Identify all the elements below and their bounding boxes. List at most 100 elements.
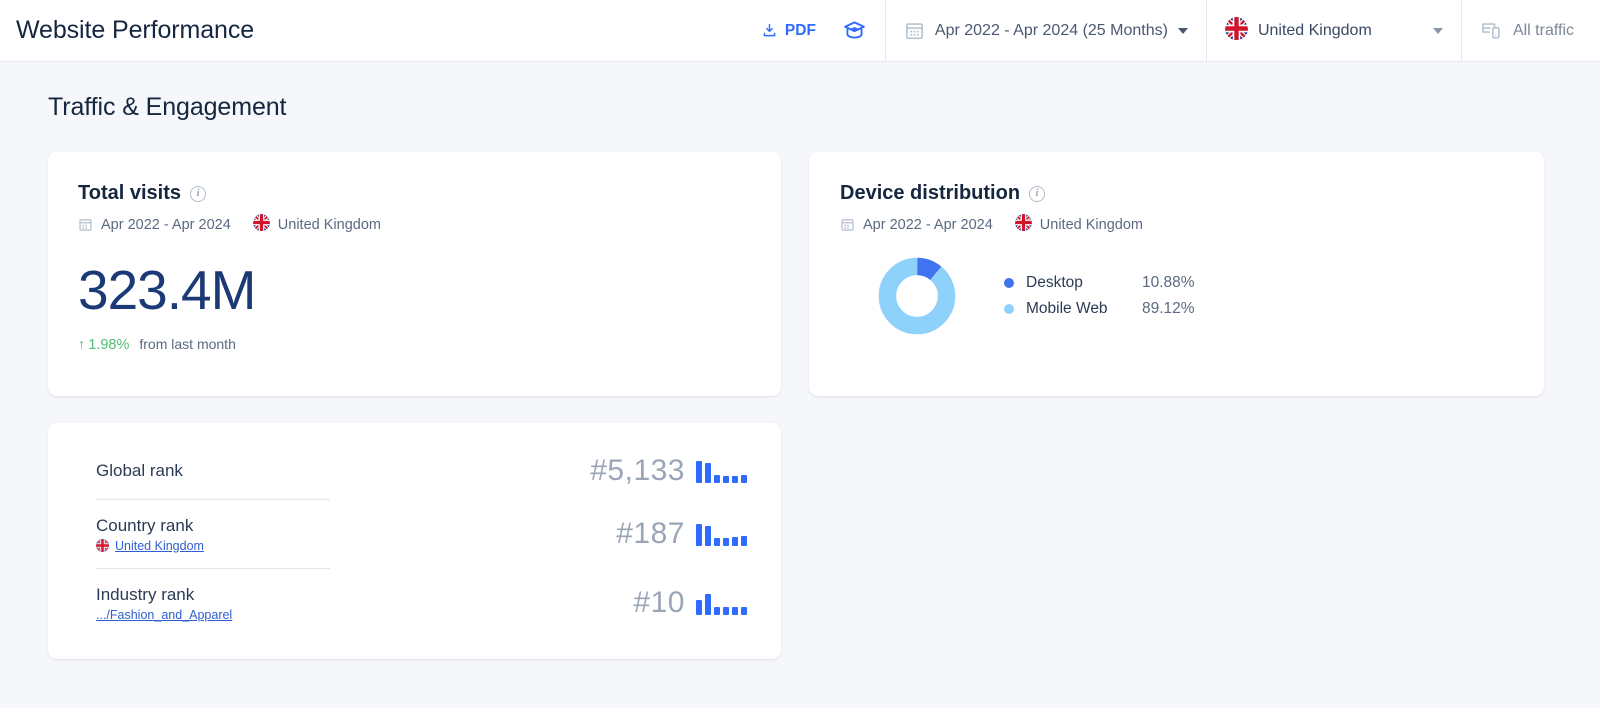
rank-sparkline: [696, 459, 747, 483]
rank-row: Country rank United Kingdom #187: [48, 500, 781, 568]
sparkline-bar: [723, 607, 729, 615]
sparkline-bar: [741, 475, 747, 483]
uk-flag-icon: [1224, 16, 1248, 45]
calendar-icon: [840, 217, 855, 232]
sparkline-bar: [696, 524, 702, 546]
graduation-cap-icon: [842, 18, 867, 43]
uk-flag-icon: [1014, 214, 1032, 235]
legend-item[interactable]: Mobile Web 89.12%: [1004, 300, 1195, 318]
donut-slice-mobile-web[interactable]: [878, 257, 956, 335]
header-actions: PDF Apr 2022 - Apr 2024 (25 Months) Unit…: [743, 0, 1600, 62]
legend-item[interactable]: Desktop 10.88%: [1004, 274, 1195, 292]
rank-row: Global rank #5,133: [48, 443, 781, 499]
legend-color-dot: [1004, 278, 1014, 288]
info-icon[interactable]: i: [190, 185, 206, 202]
rank-sparkline: [696, 522, 747, 546]
devices-icon: [1480, 19, 1503, 42]
section-title: Traffic & Engagement: [48, 93, 287, 121]
sparkline-bar: [723, 538, 729, 546]
export-pdf-button[interactable]: PDF: [761, 22, 816, 40]
total-visits-delta-caption: from last month: [139, 336, 236, 352]
rank-label: Global rank: [96, 461, 183, 480]
legend-label: Mobile Web: [1026, 300, 1108, 317]
device-distribution-card: Device distribution i Apr 2022 - Apr 202…: [809, 152, 1544, 396]
chevron-down-icon[interactable]: [1177, 27, 1188, 34]
device-distribution-header: Device distribution i: [840, 182, 1514, 205]
sparkline-bar: [705, 526, 711, 546]
rank-value: #187: [616, 517, 685, 550]
export-segment: PDF: [743, 0, 885, 62]
academy-button[interactable]: [842, 18, 867, 43]
device-distribution-date-range: Apr 2022 - Apr 2024: [863, 216, 993, 233]
device-distribution-title: Device distribution: [840, 182, 1021, 204]
calendar-icon: [904, 20, 925, 41]
traffic-filter-label: All traffic: [1512, 21, 1574, 39]
rank-sublink[interactable]: United Kingdom: [115, 539, 204, 553]
device-distribution-legend: Desktop 10.88% Mobile Web 89.12%: [1004, 274, 1195, 318]
app-header: Website Performance PDF Apr 2022 - Apr 2…: [0, 0, 1600, 62]
country-segment: United Kingdom: [1207, 0, 1461, 62]
total-visits-date-range: Apr 2022 - Apr 2024: [101, 216, 231, 233]
date-range-label: Apr 2022 - Apr 2024 (25 Months): [934, 21, 1168, 39]
sparkline-bar: [741, 536, 747, 546]
rank-value: #5,133: [590, 454, 685, 487]
arrow-up-icon: ↑: [78, 337, 86, 353]
rank-label: Country rank: [96, 515, 194, 535]
info-icon[interactable]: i: [1029, 185, 1046, 202]
total-visits-delta: ↑ 1.98%: [78, 337, 129, 353]
rank-right: #10: [633, 586, 747, 620]
sparkline-bar: [714, 607, 720, 615]
calendar-icon: [78, 217, 93, 232]
chevron-down-icon[interactable]: [1432, 27, 1443, 34]
total-visits-title: Total visits: [78, 182, 181, 204]
rank-sublink-row: .../Fashion_and_Apparel: [96, 608, 232, 622]
total-visits-value: 323.4M: [78, 259, 256, 321]
rank-sublink[interactable]: .../Fashion_and_Apparel: [96, 608, 232, 622]
header-title-zone: Website Performance: [0, 0, 743, 61]
legend-color-dot: [1004, 304, 1014, 314]
sparkline-bar: [732, 476, 738, 483]
sparkline-bar: [696, 461, 702, 483]
sparkline-bar: [741, 607, 747, 615]
rank-left: Global rank: [96, 461, 183, 481]
device-distribution-country: United Kingdom: [1039, 216, 1143, 233]
total-visits-header: Total visits i: [78, 182, 751, 205]
date-range-picker[interactable]: Apr 2022 - Apr 2024 (25 Months): [904, 20, 1188, 41]
rank-row: Industry rank .../Fashion_and_Apparel #10: [48, 569, 781, 637]
sparkline-bar: [723, 476, 729, 483]
download-icon: [761, 22, 778, 39]
total-visits-country: United Kingdom: [277, 216, 381, 233]
device-distribution-chart-area: Desktop 10.88% Mobile Web 89.12%: [840, 257, 1514, 335]
rank-right: #187: [616, 517, 747, 551]
total-visits-subhead: Apr 2022 - Apr 2024 United Kingdom: [78, 214, 751, 235]
ranks-card: Global rank #5,133 Country rank United King…: [48, 423, 781, 659]
total-visits-delta-row: ↑ 1.98% from last month: [78, 336, 751, 353]
rank-value: #10: [633, 586, 685, 619]
sparkline-bar: [705, 463, 711, 483]
top-card-row: Total visits i Apr 2022 - Apr 2024 Unite…: [48, 152, 1552, 396]
device-distribution-subhead: Apr 2022 - Apr 2024 United Kingdom: [840, 214, 1514, 235]
rank-right: #5,133: [590, 454, 747, 488]
rank-sparkline: [696, 591, 747, 615]
ranks-list: Global rank #5,133 Country rank United King…: [48, 443, 781, 637]
rank-left: Industry rank .../Fashion_and_Apparel: [96, 585, 232, 622]
traffic-filter-picker[interactable]: All traffic: [1480, 19, 1574, 42]
total-visits-delta-value: 1.98%: [88, 337, 130, 353]
page-content: Traffic & Engagement Total visits i Apr …: [0, 62, 1600, 659]
sparkline-bar: [732, 607, 738, 615]
sparkline-bar: [732, 537, 738, 546]
total-visits-card: Total visits i Apr 2022 - Apr 2024 Unite…: [48, 152, 781, 396]
sparkline-bar: [714, 538, 720, 546]
legend-value: 10.88%: [1142, 274, 1195, 291]
export-pdf-label: PDF: [784, 21, 816, 39]
sparkline-bar: [705, 594, 711, 615]
rank-sublink-row: United Kingdom: [96, 539, 204, 553]
uk-flag-icon: [252, 214, 270, 235]
rank-label: Industry rank: [96, 584, 195, 604]
country-picker[interactable]: United Kingdom: [1224, 16, 1443, 45]
traffic-filter-segment: All traffic: [1462, 0, 1600, 62]
sparkline-bar: [714, 475, 720, 483]
sparkline-bar: [696, 600, 702, 615]
page-title: Website Performance: [16, 16, 255, 44]
rank-left: Country rank United Kingdom: [96, 516, 204, 553]
